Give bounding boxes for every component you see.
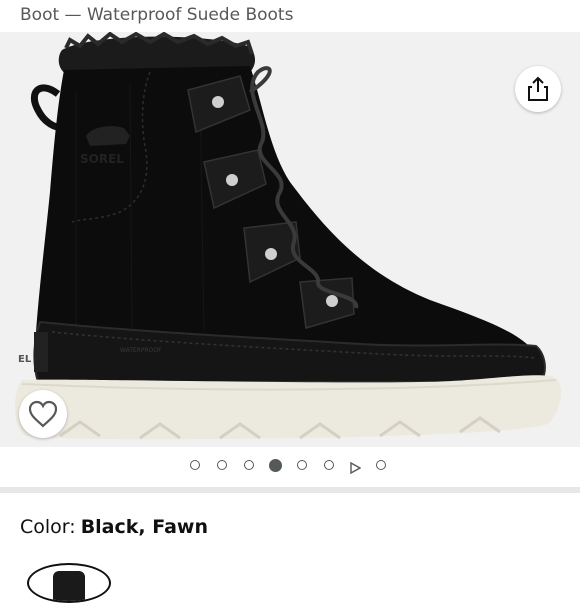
color-swatch-selected[interactable]: [27, 563, 111, 603]
svg-text:SOREL: SOREL: [80, 152, 124, 166]
pagination-dot[interactable]: [217, 460, 227, 470]
product-title: Boot — Waterproof Suede Boots: [20, 0, 580, 32]
wishlist-button[interactable]: [19, 390, 67, 438]
section-divider: [0, 487, 580, 493]
video-play-icon[interactable]: [349, 459, 362, 475]
share-icon: [528, 76, 548, 101]
share-button[interactable]: [515, 66, 561, 112]
image-pagination[interactable]: [0, 447, 580, 485]
svg-text:WATERPROOF: WATERPROOF: [120, 347, 162, 354]
selected-color-value: Black, Fawn: [80, 516, 209, 538]
product-image-gallery[interactable]: SOREL WATERPROOF EL: [0, 32, 580, 447]
pagination-dot[interactable]: [324, 460, 334, 470]
swatch-image: [53, 571, 85, 601]
product-image[interactable]: SOREL WATERPROOF EL: [0, 32, 580, 447]
pagination-dot[interactable]: [376, 460, 386, 470]
product-title-text: Boot — Waterproof Suede Boots: [20, 5, 294, 25]
color-selection-label: Color: Black, Fawn: [20, 515, 208, 539]
pagination-dot[interactable]: [244, 460, 254, 470]
pagination-dot-active[interactable]: [269, 459, 282, 472]
pagination-dot[interactable]: [297, 460, 307, 470]
pagination-dot[interactable]: [190, 460, 200, 470]
color-label: Color:: [20, 516, 76, 538]
heart-outline-icon: [28, 400, 58, 428]
svg-text:EL: EL: [18, 354, 32, 365]
